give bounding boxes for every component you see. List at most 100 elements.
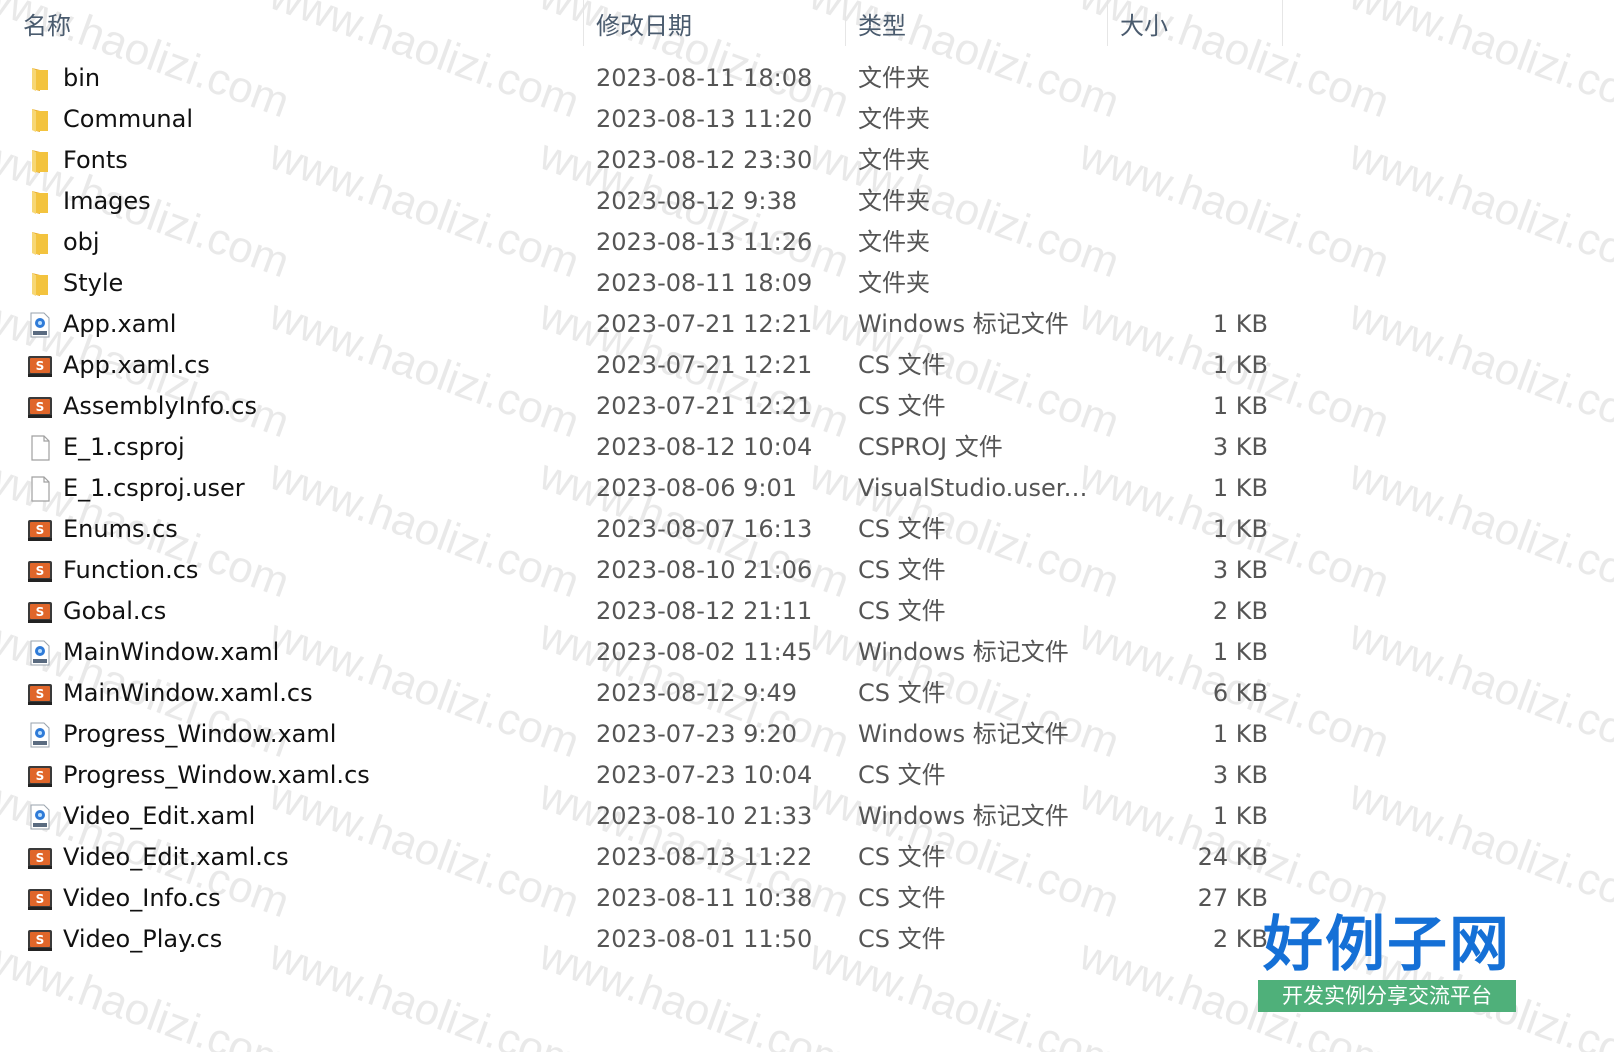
file-date: 2023-08-01 11:50 <box>596 925 813 953</box>
file-date: 2023-08-10 21:06 <box>596 556 813 584</box>
file-row[interactable]: Progress_Window.xaml 2023-07-23 9:20 Windo… <box>0 714 1614 755</box>
file-date: 2023-08-12 23:30 <box>596 146 813 174</box>
file-name: Video_Play.cs <box>63 925 223 953</box>
file-type: CS 文件 <box>858 515 946 543</box>
file-row[interactable]: S Enums.cs 2023-08-07 16:13 CS 文件 1 KB <box>0 509 1614 550</box>
file-type: Windows 标记文件 <box>858 310 1069 338</box>
folder-icon <box>32 68 48 91</box>
file-size <box>1160 263 1268 304</box>
file-date: 2023-08-07 16:13 <box>596 515 813 543</box>
file-row[interactable]: S Gobal.cs 2023-08-12 21:11 CS 文件 2 KB <box>0 591 1614 632</box>
file-type: Windows 标记文件 <box>858 720 1069 748</box>
file-date: 2023-08-02 11:45 <box>596 638 813 666</box>
logo-subtitle: 开发实例分享交流平台 <box>1258 980 1516 1012</box>
file-date: 2023-08-11 18:09 <box>596 269 813 297</box>
file-name: Communal <box>63 105 193 133</box>
file-size: 6 KB <box>1212 679 1268 707</box>
folder-icon <box>32 191 48 214</box>
file-type: CSPROJ 文件 <box>858 433 1003 461</box>
file-name: Images <box>63 187 151 215</box>
file-row[interactable]: Communal 2023-08-13 11:20 文件夹 <box>0 99 1614 140</box>
site-logo: 好例子网 开发实例分享交流平台 <box>1258 910 1516 1014</box>
file-name: Video_Info.cs <box>63 884 221 912</box>
file-type: 文件夹 <box>858 269 930 297</box>
file-size: 1 KB <box>1212 802 1268 830</box>
file-size: 1 KB <box>1212 310 1268 338</box>
file-name: Fonts <box>63 146 128 174</box>
file-date: 2023-07-23 9:20 <box>596 720 797 748</box>
file-date: 2023-08-11 18:08 <box>596 64 813 92</box>
xaml-file-icon <box>30 804 50 830</box>
blank-file-icon <box>31 435 50 461</box>
column-divider[interactable] <box>583 0 584 46</box>
file-type: CS 文件 <box>858 679 946 707</box>
file-size: 2 KB <box>1212 597 1268 625</box>
xaml-file-icon <box>30 312 50 338</box>
file-name: E_1.csproj <box>63 433 185 461</box>
file-name: Video_Edit.xaml <box>63 802 256 830</box>
file-row[interactable]: App.xaml 2023-07-21 12:21 Windows 标记文件 1 KB <box>0 304 1614 345</box>
file-size <box>1160 222 1268 263</box>
xaml-file-icon <box>30 722 50 748</box>
cs-file-icon: S <box>28 520 52 541</box>
file-type: CS 文件 <box>858 925 946 953</box>
file-name: App.xaml <box>63 310 177 338</box>
file-type: CS 文件 <box>858 843 946 871</box>
folder-icon <box>32 232 48 255</box>
file-date: 2023-07-21 12:21 <box>596 392 813 420</box>
file-row[interactable]: S AssemblyInfo.cs 2023-07-21 12:21 CS 文件 1 K… <box>0 386 1614 427</box>
file-size <box>1160 181 1268 222</box>
file-type: Windows 标记文件 <box>858 638 1069 666</box>
file-row[interactable]: Fonts 2023-08-12 23:30 文件夹 <box>0 140 1614 181</box>
file-date: 2023-08-13 11:20 <box>596 105 813 133</box>
file-name: Function.cs <box>63 556 199 584</box>
svg-text:S: S <box>36 687 45 701</box>
file-row[interactable]: S App.xaml.cs 2023-07-21 12:21 CS 文件 1 KB <box>0 345 1614 386</box>
column-header-date[interactable]: 修改日期 <box>596 6 692 41</box>
svg-text:S: S <box>36 851 45 865</box>
file-row[interactable]: S MainWindow.xaml.cs 2023-08-12 9:49 CS 文件 6… <box>0 673 1614 714</box>
file-row[interactable]: bin 2023-08-11 18:08 文件夹 <box>0 58 1614 99</box>
file-size: 1 KB <box>1212 720 1268 748</box>
file-row[interactable]: S Function.cs 2023-08-10 21:06 CS 文件 3 KB <box>0 550 1614 591</box>
svg-text:S: S <box>36 400 45 414</box>
file-row[interactable]: S Video_Edit.xaml.cs 2023-08-13 11:22 CS 文件… <box>0 837 1614 878</box>
file-type: CS 文件 <box>858 556 946 584</box>
file-name: Progress_Window.xaml.cs <box>63 761 370 789</box>
file-name: Progress_Window.xaml <box>63 720 337 748</box>
file-row[interactable]: Style 2023-08-11 18:09 文件夹 <box>0 263 1614 304</box>
file-row[interactable]: E_1.csproj 2023-08-12 10:04 CSPROJ 文件 3 KB <box>0 427 1614 468</box>
file-row[interactable]: Images 2023-08-12 9:38 文件夹 <box>0 181 1614 222</box>
file-type: CS 文件 <box>858 351 946 379</box>
file-size: 3 KB <box>1212 761 1268 789</box>
file-size <box>1160 58 1268 99</box>
svg-text:S: S <box>36 605 45 619</box>
file-row[interactable]: obj 2023-08-13 11:26 文件夹 <box>0 222 1614 263</box>
file-date: 2023-07-23 10:04 <box>596 761 813 789</box>
file-row[interactable]: S Progress_Window.xaml.cs 2023-07-23 10:04… <box>0 755 1614 796</box>
svg-text:S: S <box>36 359 45 373</box>
file-date: 2023-08-13 11:26 <box>596 228 813 256</box>
column-header-size[interactable]: 大小 <box>1120 6 1168 41</box>
file-name: MainWindow.xaml.cs <box>63 679 313 707</box>
svg-text:S: S <box>36 892 45 906</box>
file-row[interactable]: Video_Edit.xaml 2023-08-10 21:33 Windows 标… <box>0 796 1614 837</box>
column-divider[interactable] <box>1107 0 1108 46</box>
file-row[interactable]: MainWindow.xaml 2023-08-02 11:45 Windows 标… <box>0 632 1614 673</box>
file-row[interactable]: E_1.csproj.user 2023-08-06 9:01 VisualStud… <box>0 468 1614 509</box>
file-name: App.xaml.cs <box>63 351 210 379</box>
column-header-type[interactable]: 类型 <box>858 6 906 41</box>
file-type: Windows 标记文件 <box>858 802 1069 830</box>
file-size: 1 KB <box>1212 515 1268 543</box>
file-size: 1 KB <box>1212 638 1268 666</box>
cs-file-icon: S <box>28 397 52 418</box>
file-date: 2023-08-12 21:11 <box>596 597 813 625</box>
file-name: obj <box>63 228 100 256</box>
file-size: 3 KB <box>1212 433 1268 461</box>
cs-file-icon: S <box>28 684 52 705</box>
cs-file-icon: S <box>28 848 52 869</box>
column-divider[interactable] <box>1282 0 1283 46</box>
svg-text:S: S <box>36 933 45 947</box>
column-divider[interactable] <box>845 0 846 46</box>
column-header-name[interactable]: 名称 <box>23 6 71 41</box>
